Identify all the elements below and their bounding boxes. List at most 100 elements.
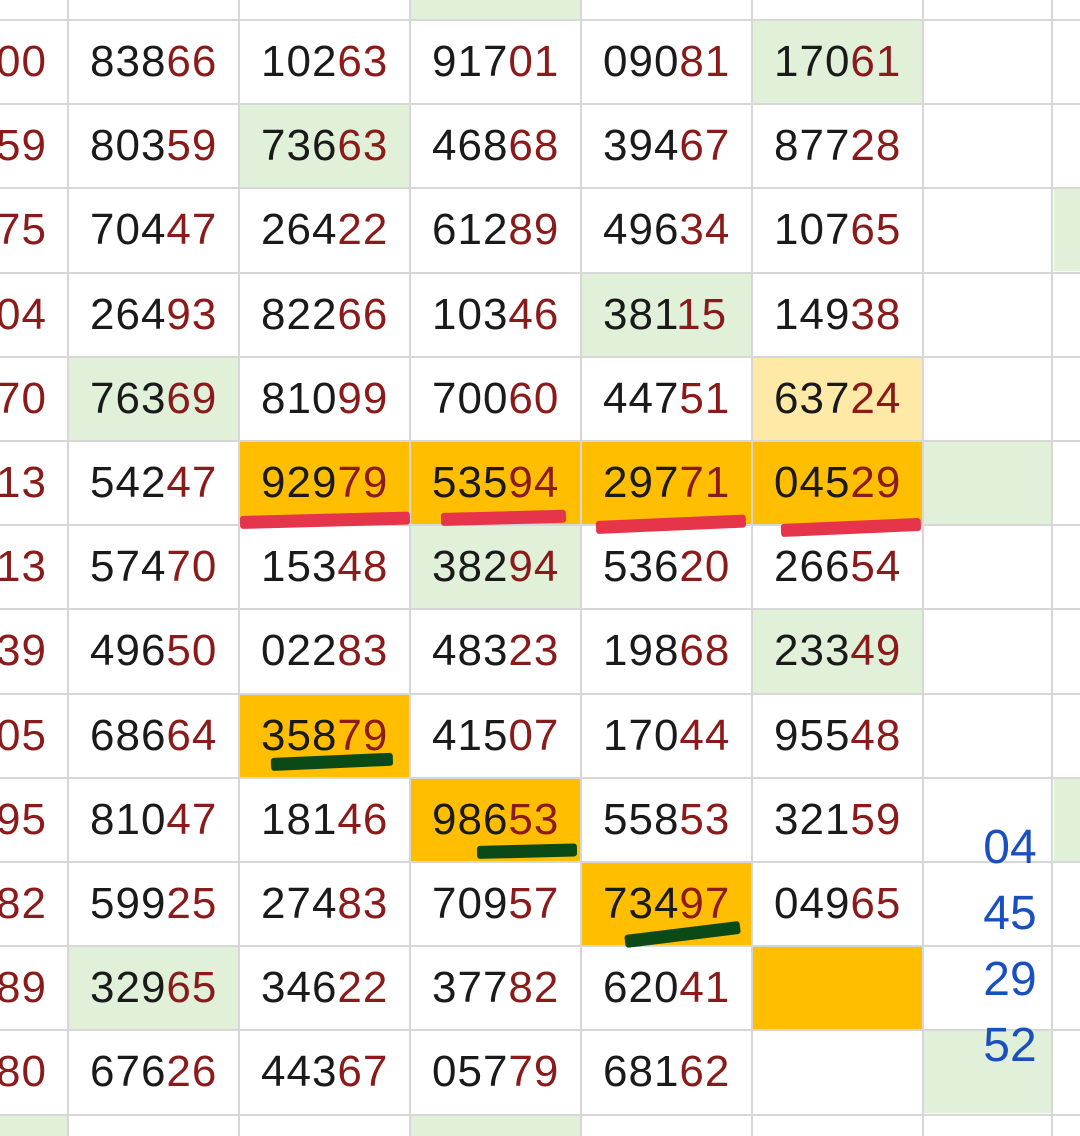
cell-suffix-digits: 23 bbox=[508, 626, 560, 676]
grid-line-horizontal bbox=[0, 440, 1080, 442]
cell-suffix-digits: 93 bbox=[166, 289, 218, 339]
cell-suffix-digits: 47 bbox=[166, 458, 218, 507]
cell-suffix-digits: 46 bbox=[337, 794, 389, 844]
cell-prefix-digits: 917 bbox=[432, 37, 509, 86]
cell-suffix-digits: 70 bbox=[0, 373, 47, 423]
number-cell: 32965 bbox=[90, 946, 239, 1030]
cell-prefix-digits: 542 bbox=[90, 458, 167, 507]
number-cell: 70957 bbox=[432, 862, 581, 946]
cell-prefix-digits: 329 bbox=[90, 963, 167, 1013]
number-cell: 49650 bbox=[90, 609, 239, 693]
cell-prefix-digits: 496 bbox=[90, 626, 167, 676]
number-cell bbox=[774, 946, 923, 1030]
cell-suffix-digits: 53 bbox=[679, 794, 731, 844]
number-cell: 54247 bbox=[90, 441, 239, 525]
grid-line-horizontal bbox=[0, 1029, 1080, 1031]
cell-prefix-digits: 620 bbox=[603, 963, 680, 1013]
cell-suffix-digits: 48 bbox=[850, 710, 902, 760]
cell-fill bbox=[924, 441, 1052, 524]
cell-suffix-digits: 48 bbox=[337, 542, 389, 592]
cell-suffix-digits: 71 bbox=[679, 458, 731, 507]
cell-prefix-digits: 264 bbox=[90, 289, 167, 339]
cell-prefix-digits: 637 bbox=[774, 373, 851, 423]
number-cell: 02283 bbox=[261, 609, 410, 693]
cell-suffix-digits: 59 bbox=[0, 121, 47, 171]
number-cell: 39467 bbox=[603, 104, 752, 188]
cell-suffix-digits: 54 bbox=[850, 542, 902, 592]
cell-suffix-digits: 89 bbox=[508, 205, 560, 255]
cell-suffix-digits: 25 bbox=[166, 879, 218, 928]
cell-suffix-digits: 62 bbox=[679, 1047, 731, 1097]
cell-suffix-digits: 97 bbox=[679, 879, 731, 928]
cell-prefix-digits: 443 bbox=[261, 1047, 338, 1097]
grid-line-horizontal bbox=[0, 945, 1080, 947]
number-cell: 62041 bbox=[603, 946, 752, 1030]
number-cell: 68162 bbox=[603, 1030, 752, 1114]
number-cell: 00 bbox=[0, 20, 68, 104]
cell-prefix-digits: 535 bbox=[432, 458, 509, 507]
number-cell: 34622 bbox=[261, 946, 410, 1030]
number-cell: 38294 bbox=[432, 525, 581, 609]
cell-suffix-digits: 65 bbox=[850, 879, 902, 928]
cell-prefix-digits: 181 bbox=[261, 794, 338, 844]
number-cell: 39 bbox=[0, 609, 68, 693]
cell-suffix-digits: 24 bbox=[850, 373, 902, 423]
cell-prefix-digits: 233 bbox=[774, 626, 851, 676]
grid-line-horizontal bbox=[0, 693, 1080, 695]
number-cell: 70447 bbox=[90, 188, 239, 272]
cell-suffix-digits: 75 bbox=[0, 205, 47, 255]
cell-prefix-digits: 763 bbox=[90, 373, 167, 423]
cell-suffix-digits: 05 bbox=[0, 710, 47, 760]
cell-suffix-digits: 07 bbox=[508, 710, 560, 760]
cell-prefix-digits: 045 bbox=[774, 458, 851, 507]
cell-prefix-digits: 709 bbox=[432, 879, 509, 928]
cell-prefix-digits: 102 bbox=[261, 37, 338, 86]
cell-prefix-digits: 536 bbox=[603, 542, 680, 592]
cell-suffix-digits: 59 bbox=[850, 794, 902, 844]
cell-prefix-digits: 149 bbox=[774, 289, 851, 339]
cell-suffix-digits: 70 bbox=[166, 542, 218, 592]
cell-prefix-digits: 358 bbox=[261, 710, 338, 760]
number-cell: 59 bbox=[0, 104, 68, 188]
cell-suffix-digits: 82 bbox=[508, 963, 560, 1013]
number-cell: 04 bbox=[0, 273, 68, 357]
cell-suffix-digits: 01 bbox=[508, 37, 560, 86]
grid-line-horizontal bbox=[0, 1114, 1080, 1116]
cell-suffix-digits: 89 bbox=[0, 963, 47, 1013]
side-number: 04 bbox=[983, 821, 1037, 874]
cell-prefix-digits: 103 bbox=[432, 289, 509, 339]
cell-prefix-digits: 810 bbox=[90, 794, 167, 844]
cell-suffix-digits: 26 bbox=[166, 1047, 218, 1097]
number-cell: 44751 bbox=[603, 357, 752, 441]
cell-suffix-digits: 59 bbox=[166, 121, 218, 171]
cell-suffix-digits: 00 bbox=[0, 37, 47, 86]
cell-fill bbox=[0, 1115, 67, 1136]
cell-prefix-digits: 822 bbox=[261, 289, 338, 339]
number-cell: 26654 bbox=[774, 525, 923, 609]
number-cell: 38115 bbox=[603, 273, 752, 357]
cell-suffix-digits: 83 bbox=[337, 626, 389, 676]
number-cell: 53620 bbox=[603, 525, 752, 609]
cell-suffix-digits: 80 bbox=[0, 1047, 47, 1097]
cell-fill bbox=[411, 1115, 580, 1136]
cell-prefix-digits: 468 bbox=[432, 121, 509, 171]
cell-suffix-digits: 67 bbox=[337, 1047, 389, 1097]
grid-line-horizontal bbox=[0, 608, 1080, 610]
cell-suffix-digits: 49 bbox=[850, 626, 902, 676]
number-cell: 70 bbox=[0, 357, 68, 441]
cell-prefix-digits: 394 bbox=[603, 121, 680, 171]
cell-prefix-digits: 297 bbox=[603, 458, 680, 507]
cell-prefix-digits: 264 bbox=[261, 205, 338, 255]
cell-suffix-digits: 63 bbox=[337, 121, 389, 171]
cell-prefix-digits: 057 bbox=[432, 1047, 509, 1097]
cell-prefix-digits: 686 bbox=[90, 710, 167, 760]
number-cell: 32159 bbox=[774, 778, 923, 862]
number-cell: 82 bbox=[0, 862, 68, 946]
number-cell: 10765 bbox=[774, 188, 923, 272]
number-cell: 17044 bbox=[603, 694, 752, 778]
number-cell: 27483 bbox=[261, 862, 410, 946]
number-cell: 18146 bbox=[261, 778, 410, 862]
cell-prefix-digits: 736 bbox=[261, 121, 338, 171]
number-cell: 37782 bbox=[432, 946, 581, 1030]
number-cell: 91701 bbox=[432, 20, 581, 104]
